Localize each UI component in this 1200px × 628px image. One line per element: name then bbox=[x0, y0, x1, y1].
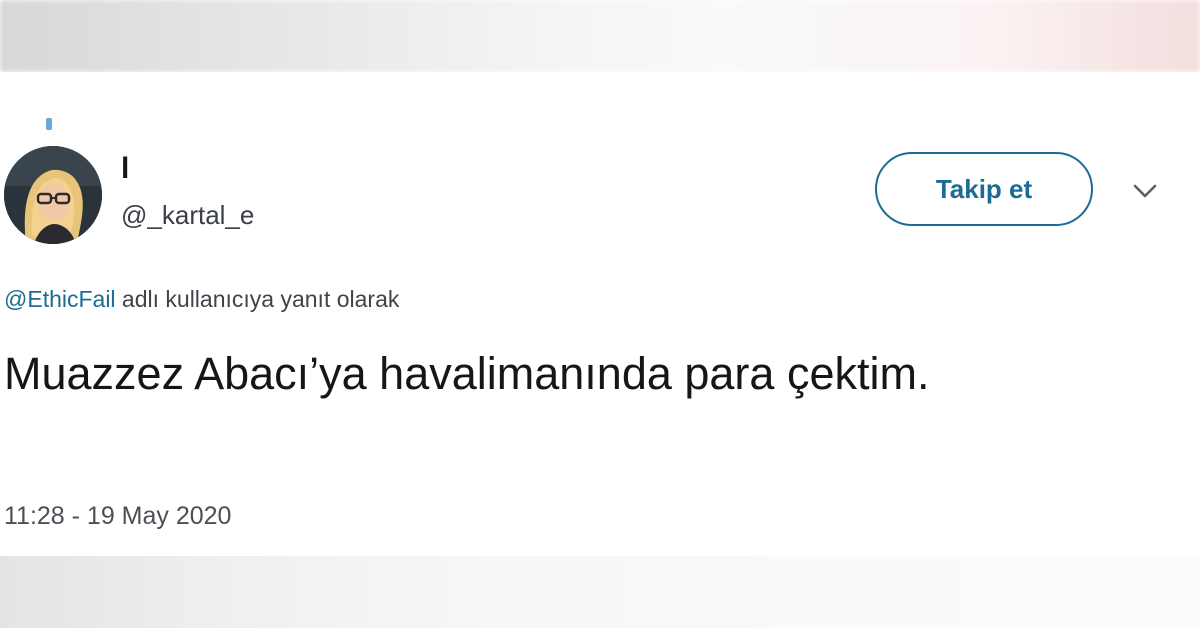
status-mark bbox=[46, 118, 52, 130]
follow-button[interactable]: Takip et bbox=[875, 152, 1093, 226]
avatar-image bbox=[4, 146, 102, 244]
tweet-card: l @_kartal_e Takip et @EthicFail adlı ku… bbox=[0, 72, 1200, 556]
display-name[interactable]: l bbox=[121, 152, 129, 186]
chevron-down-icon bbox=[1133, 184, 1157, 198]
tweet-timestamp[interactable]: 11:28 - 19 May 2020 bbox=[4, 502, 231, 531]
reply-context: @EthicFail adlı kullanıcıya yanıt olarak bbox=[4, 286, 399, 313]
blurred-top-edge bbox=[0, 0, 1200, 72]
tweet-menu-button[interactable] bbox=[1128, 178, 1162, 204]
user-handle[interactable]: @_kartal_e bbox=[121, 200, 254, 231]
reply-mention-link[interactable]: @EthicFail bbox=[4, 286, 116, 312]
tweet-text: Muazzez Abacı’ya havalimanında para çekt… bbox=[4, 348, 930, 399]
reply-suffix-text: adlı kullanıcıya yanıt olarak bbox=[115, 286, 400, 312]
avatar[interactable] bbox=[4, 146, 102, 244]
blurred-bottom-edge bbox=[0, 556, 1200, 628]
